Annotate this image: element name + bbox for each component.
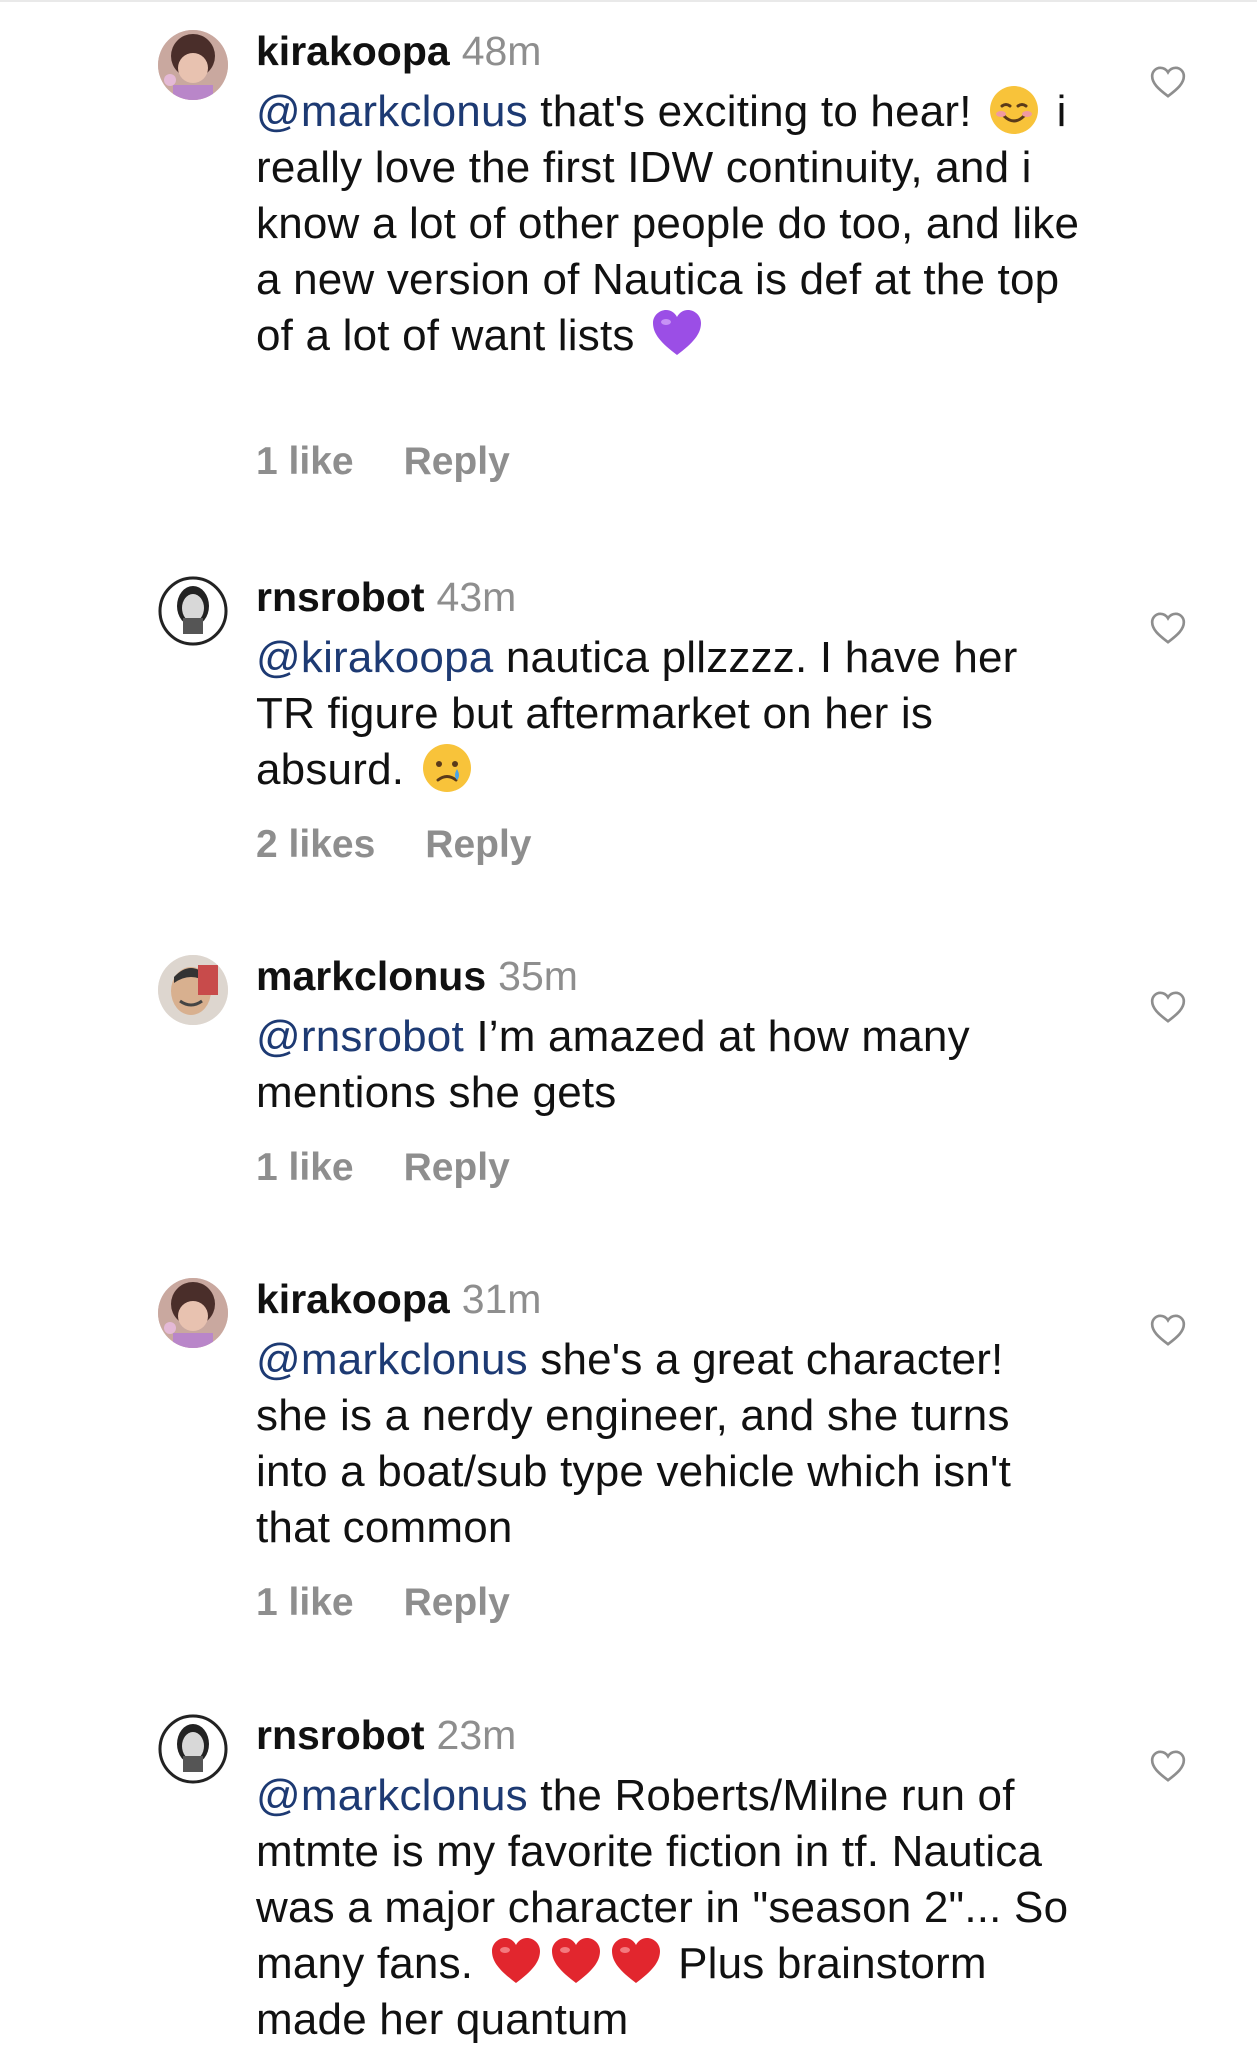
mention-link[interactable]: @rnsrobot bbox=[256, 1012, 464, 1061]
avatar[interactable] bbox=[158, 30, 228, 100]
comment-text: @rnsrobot I’m amazed at how many mention… bbox=[256, 1009, 1086, 1121]
comment-text: @kirakoopa nautica pllzzzz. I have her T… bbox=[256, 630, 1086, 798]
like-heart-icon[interactable] bbox=[1148, 608, 1188, 648]
avatar[interactable] bbox=[158, 955, 228, 1025]
comment-text: @markclonus that's exciting to hear! i r… bbox=[256, 84, 1086, 364]
red-heart-emoji bbox=[610, 1936, 662, 1988]
comment-time: 35m bbox=[498, 953, 578, 999]
comment-header: kirakoopa 31m bbox=[256, 1274, 541, 1324]
crying-face-emoji bbox=[421, 742, 473, 794]
likes-count[interactable]: 1 like bbox=[256, 1146, 354, 1189]
like-heart-icon[interactable] bbox=[1148, 1746, 1188, 1786]
mention-link[interactable]: @kirakoopa bbox=[256, 633, 493, 682]
comment-header: rnsrobot 43m bbox=[256, 572, 516, 622]
purple-heart-emoji bbox=[651, 308, 703, 360]
username[interactable]: markclonus bbox=[256, 953, 486, 999]
comment-time: 43m bbox=[436, 574, 517, 620]
comment-header: markclonus 35m bbox=[256, 951, 578, 1001]
comment-text: @markclonus the Roberts/Milne run of mtm… bbox=[256, 1768, 1086, 2048]
red-heart-emoji bbox=[550, 1936, 602, 1988]
username[interactable]: rnsrobot bbox=[256, 574, 425, 620]
avatar[interactable] bbox=[158, 1278, 228, 1348]
mention-link[interactable]: @markclonus bbox=[256, 87, 528, 136]
comment-actions: 1 like Reply bbox=[256, 1579, 510, 1627]
comment-text: @markclonus she's a great character! she… bbox=[256, 1332, 1086, 1556]
comment-header: kirakoopa 48m bbox=[256, 26, 541, 76]
comment-header: rnsrobot 23m bbox=[256, 1710, 516, 1760]
comment-actions: 1 like Reply bbox=[256, 1144, 510, 1192]
mention-link[interactable]: @markclonus bbox=[256, 1335, 528, 1384]
comment-time: 23m bbox=[436, 1712, 517, 1758]
username[interactable]: kirakoopa bbox=[256, 1276, 450, 1322]
like-heart-icon[interactable] bbox=[1148, 62, 1188, 102]
avatar[interactable] bbox=[158, 576, 228, 646]
reply-button[interactable]: Reply bbox=[404, 1581, 510, 1624]
comment-time: 48m bbox=[461, 28, 542, 74]
comment-actions: 2 likes Reply bbox=[256, 821, 531, 869]
comment-time: 31m bbox=[461, 1276, 542, 1322]
username[interactable]: kirakoopa bbox=[256, 28, 450, 74]
top-divider bbox=[0, 0, 1257, 2]
mention-link[interactable]: @markclonus bbox=[256, 1771, 528, 1820]
reply-button[interactable]: Reply bbox=[425, 823, 531, 866]
reply-button[interactable]: Reply bbox=[404, 440, 510, 483]
like-heart-icon[interactable] bbox=[1148, 1310, 1188, 1350]
smiling-blush-emoji bbox=[988, 84, 1040, 136]
username[interactable]: rnsrobot bbox=[256, 1712, 425, 1758]
comment-actions: 1 like Reply bbox=[256, 438, 510, 486]
avatar[interactable] bbox=[158, 1714, 228, 1784]
reply-button[interactable]: Reply bbox=[404, 1146, 510, 1189]
like-heart-icon[interactable] bbox=[1148, 987, 1188, 1027]
comment-text-part: that's exciting to hear! bbox=[527, 87, 972, 136]
likes-count[interactable]: 1 like bbox=[256, 440, 354, 483]
likes-count[interactable]: 2 likes bbox=[256, 823, 375, 866]
red-heart-emoji bbox=[490, 1936, 542, 1988]
comments-screen: kirakoopa 48m @markclonus that's exciting… bbox=[0, 0, 1257, 2048]
likes-count[interactable]: 1 like bbox=[256, 1581, 354, 1624]
